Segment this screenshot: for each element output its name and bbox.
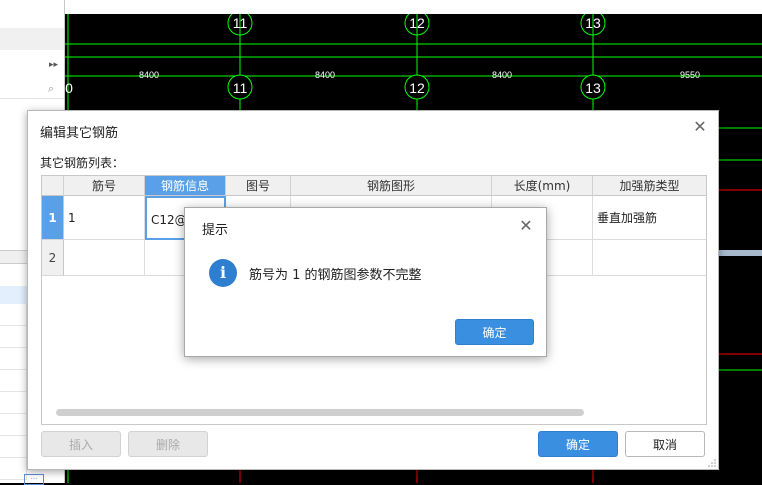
dimension-label: 8400 bbox=[492, 70, 512, 80]
axis-label-mid: 13 bbox=[585, 80, 601, 96]
ok-button[interactable]: 确定 bbox=[538, 431, 618, 457]
table-cell[interactable]: 1 bbox=[64, 196, 145, 240]
rebar-list-label: 其它钢筋列表： bbox=[40, 156, 125, 170]
resize-grip-icon[interactable] bbox=[708, 459, 716, 467]
row-number[interactable]: 2 bbox=[42, 240, 64, 276]
cancel-button[interactable]: 取消 bbox=[625, 431, 705, 457]
left-panel-selected-row[interactable] bbox=[0, 286, 27, 304]
prompt-message: 筋号为 1 的钢筋图参数不完整 bbox=[249, 268, 422, 283]
expand-arrows-icon[interactable]: ▸▸ bbox=[49, 60, 58, 70]
dimension-label: 8400 bbox=[139, 70, 159, 80]
prompt-title: 提示 bbox=[202, 223, 229, 238]
column-header[interactable]: 图号 bbox=[226, 176, 291, 196]
dimension-label: 8400 bbox=[315, 70, 335, 80]
insert-button[interactable]: 插入 bbox=[41, 431, 121, 457]
table-cell[interactable] bbox=[64, 240, 145, 276]
info-icon: i bbox=[209, 259, 237, 287]
column-header[interactable]: 加强筋类型 bbox=[593, 176, 706, 196]
prompt-ok-button[interactable]: 确定 bbox=[455, 319, 534, 345]
left-panel-grid bbox=[0, 304, 27, 480]
axis-label-top: 12 bbox=[409, 15, 425, 31]
left-panel-grid-header bbox=[0, 250, 27, 264]
canvas-top-strip bbox=[65, 0, 762, 14]
left-panel-header bbox=[0, 0, 64, 29]
dialog-title: 编辑其它钢筋 bbox=[40, 126, 119, 141]
column-header[interactable]: 筋号 bbox=[64, 176, 145, 196]
close-icon[interactable]: ✕ bbox=[690, 117, 710, 137]
row-header-corner bbox=[42, 176, 64, 196]
axis-label-top: 13 bbox=[585, 15, 601, 31]
axis-label-mid: 12 bbox=[409, 80, 425, 96]
left-panel-toolbar bbox=[0, 28, 64, 51]
axis-label-mid: 11 bbox=[233, 80, 248, 96]
search-icon[interactable]: ⌕ bbox=[48, 82, 54, 96]
column-header[interactable]: 钢筋图形 bbox=[291, 176, 492, 196]
prompt-dialog: 提示 ✕ i 筋号为 1 的钢筋图参数不完整 确定 bbox=[184, 207, 547, 357]
row-number[interactable]: 1 bbox=[42, 196, 64, 240]
horizontal-scrollbar[interactable] bbox=[56, 409, 584, 416]
column-header[interactable]: 长度(mm) bbox=[492, 176, 593, 196]
table-cell[interactable] bbox=[593, 240, 706, 276]
column-header[interactable]: 钢筋信息 bbox=[145, 176, 226, 196]
left-panel-search-row[interactable] bbox=[0, 74, 64, 99]
close-icon[interactable]: ✕ bbox=[516, 216, 536, 236]
axis-label-top: 11 bbox=[233, 15, 248, 31]
table-cell[interactable]: 垂直加强筋 bbox=[593, 196, 706, 240]
more-icon[interactable]: ··· bbox=[24, 474, 44, 485]
delete-button[interactable]: 删除 bbox=[128, 431, 208, 457]
dimension-label: 9550 bbox=[680, 70, 700, 80]
axis-label-mid: 0 bbox=[65, 80, 73, 96]
